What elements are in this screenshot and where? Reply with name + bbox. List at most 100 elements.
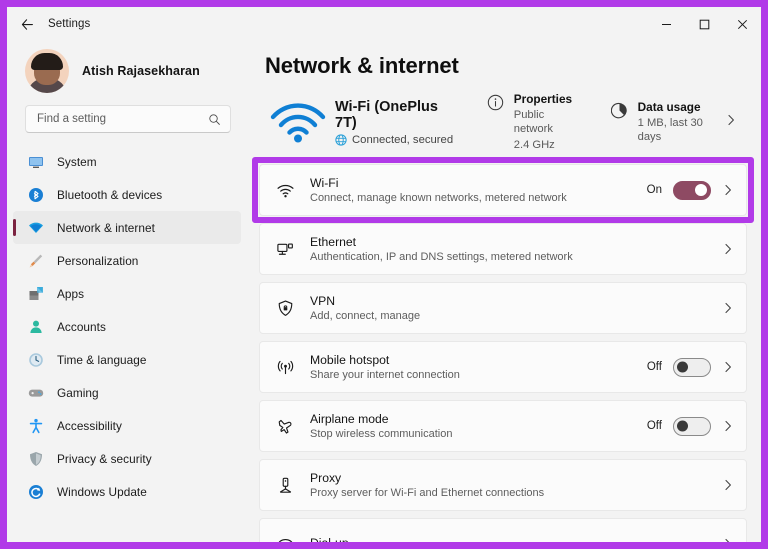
- bluetooth-icon: [27, 186, 44, 203]
- ethernet-icon: [276, 240, 302, 259]
- paintbrush-icon: [27, 252, 44, 269]
- row-subtitle: Proxy server for Wi-Fi and Ethernet conn…: [310, 487, 545, 499]
- row-subtitle: Stop wireless communication: [310, 428, 453, 440]
- row-subtitle: Authentication, IP and DNS settings, met…: [310, 251, 573, 263]
- data-usage-link[interactable]: Data usage 1 MB, last 30 days: [610, 100, 725, 144]
- settings-row-ethernet[interactable]: Ethernet Authentication, IP and DNS sett…: [259, 223, 747, 275]
- properties-title: Properties: [513, 92, 573, 106]
- sidebar-item-label: Accessibility: [57, 418, 122, 433]
- row-subtitle: Share your internet connection: [310, 369, 460, 381]
- apps-icon: [27, 285, 44, 302]
- settings-row-airplane-mode[interactable]: Airplane mode Stop wireless communicatio…: [259, 400, 747, 452]
- chevron-right-icon[interactable]: [722, 479, 734, 491]
- connection-status: Connected, secured: [335, 134, 459, 146]
- row-title: Wi-Fi: [310, 176, 339, 190]
- minimize-button[interactable]: [647, 7, 685, 41]
- sidebar-item-label: Personalization: [57, 253, 139, 268]
- row-title: VPN: [310, 294, 336, 308]
- settings-row-proxy[interactable]: Proxy Proxy server for Wi-Fi and Etherne…: [259, 459, 747, 511]
- properties-band: 2.4 GHz: [513, 139, 555, 151]
- data-usage-title: Data usage: [637, 100, 701, 114]
- back-button[interactable]: [12, 11, 42, 37]
- wifi-toggle[interactable]: [673, 180, 711, 200]
- window-title: Settings: [48, 18, 91, 30]
- sidebar-item-label: Accounts: [57, 319, 106, 334]
- settings-row-vpn[interactable]: VPN Add, connect, manage: [259, 282, 747, 334]
- row-title: Airplane mode: [310, 412, 389, 426]
- accessibility-icon: [27, 417, 44, 434]
- chevron-right-icon[interactable]: [722, 243, 734, 255]
- sidebar-nav: System Bluetooth & devices Network & int…: [7, 145, 247, 542]
- sidebar-item-label: Gaming: [57, 385, 99, 400]
- sidebar-item-accessibility[interactable]: Accessibility: [13, 409, 241, 442]
- maximize-button[interactable]: [685, 7, 723, 41]
- toggle-state-label: Off: [646, 420, 662, 432]
- sidebar-item-network-internet[interactable]: Network & internet: [13, 211, 241, 244]
- chevron-right-icon[interactable]: [722, 538, 734, 542]
- chevron-right-icon[interactable]: [722, 361, 734, 373]
- avatar: [25, 49, 69, 93]
- settings-row-dial-up[interactable]: Dial-up: [259, 518, 747, 542]
- sidebar-item-label: Bluetooth & devices: [57, 187, 163, 202]
- mobile-hotspot-toggle[interactable]: [673, 357, 711, 377]
- search-box[interactable]: [25, 105, 231, 133]
- system-icon: [27, 153, 44, 170]
- page-title: Network & internet: [265, 53, 459, 78]
- sidebar-item-label: Time & language: [57, 352, 147, 367]
- minimize-icon: [661, 23, 671, 25]
- toggle-state-label: Off: [646, 361, 662, 373]
- chevron-right-icon[interactable]: [722, 302, 734, 314]
- row-title: Proxy: [310, 471, 342, 485]
- update-icon: [27, 483, 44, 500]
- settings-row-wifi[interactable]: Wi-Fi Connect, manage known networks, me…: [259, 164, 747, 216]
- airplane-icon: [276, 417, 302, 436]
- network-identity: Wi-Fi (OnePlus 7T) Connected, secured: [335, 99, 459, 146]
- row-title: Ethernet: [310, 235, 357, 249]
- title-bar: Settings: [7, 7, 761, 41]
- sidebar-item-label: Privacy & security: [57, 451, 152, 466]
- sidebar: Atish Rajasekharan Find a setting System…: [7, 41, 247, 542]
- chevron-right-icon[interactable]: [722, 184, 734, 196]
- wifi-signal-icon: [265, 101, 331, 143]
- sidebar-item-bluetooth-devices[interactable]: Bluetooth & devices: [13, 178, 241, 211]
- maximize-icon: [699, 19, 709, 29]
- chevron-right-icon[interactable]: [725, 113, 737, 131]
- properties-link[interactable]: Properties Public network 2.4 GHz: [487, 92, 583, 152]
- row-subtitle: Connect, manage known networks, metered …: [310, 192, 567, 204]
- sidebar-item-label: System: [57, 154, 97, 169]
- search-input[interactable]: [37, 113, 208, 125]
- main-content: Network & internet Wi-Fi (OnePlus 7T) Co…: [247, 41, 761, 542]
- airplane-mode-toggle[interactable]: [673, 416, 711, 436]
- vpn-shield-icon: [276, 299, 302, 318]
- window-controls: [647, 7, 761, 41]
- network-status-strip: Wi-Fi (OnePlus 7T) Connected, secured Pr…: [265, 92, 747, 152]
- wifi-icon: [276, 181, 302, 200]
- dialup-icon: [276, 535, 302, 542]
- wifi-icon: [27, 219, 44, 236]
- sidebar-item-privacy-security[interactable]: Privacy & security: [13, 442, 241, 475]
- arrow-left-icon: [21, 18, 33, 30]
- profile-section[interactable]: Atish Rajasekharan: [7, 41, 247, 103]
- properties-network-type: Public network: [513, 109, 553, 135]
- wifi-row-wrapper: Wi-Fi Connect, manage known networks, me…: [252, 157, 754, 223]
- globe-icon: [335, 133, 347, 146]
- settings-row-mobile-hotspot[interactable]: Mobile hotspot Share your internet conne…: [259, 341, 747, 393]
- sidebar-item-gaming[interactable]: Gaming: [13, 376, 241, 409]
- sidebar-item-apps[interactable]: Apps: [13, 277, 241, 310]
- row-subtitle: Add, connect, manage: [310, 310, 421, 322]
- row-title: Dial-up: [310, 536, 722, 542]
- sidebar-item-time-language[interactable]: Time & language: [13, 343, 241, 376]
- settings-window: Settings Atish Rajasekharan Find a setti…: [0, 0, 768, 549]
- network-name: Wi-Fi (OnePlus 7T): [335, 98, 438, 131]
- close-icon: [737, 19, 747, 29]
- sidebar-item-accounts[interactable]: Accounts: [13, 310, 241, 343]
- sidebar-item-windows-update[interactable]: Windows Update: [13, 475, 241, 508]
- settings-list: Wi-Fi Connect, manage known networks, me…: [252, 157, 754, 542]
- sidebar-item-personalization[interactable]: Personalization: [13, 244, 241, 277]
- info-icon: [487, 94, 505, 116]
- sidebar-item-label: Windows Update: [57, 484, 147, 499]
- data-usage-value: 1 MB, last 30 days: [637, 117, 703, 143]
- sidebar-item-system[interactable]: System: [13, 145, 241, 178]
- close-button[interactable]: [723, 7, 761, 41]
- chevron-right-icon[interactable]: [722, 420, 734, 432]
